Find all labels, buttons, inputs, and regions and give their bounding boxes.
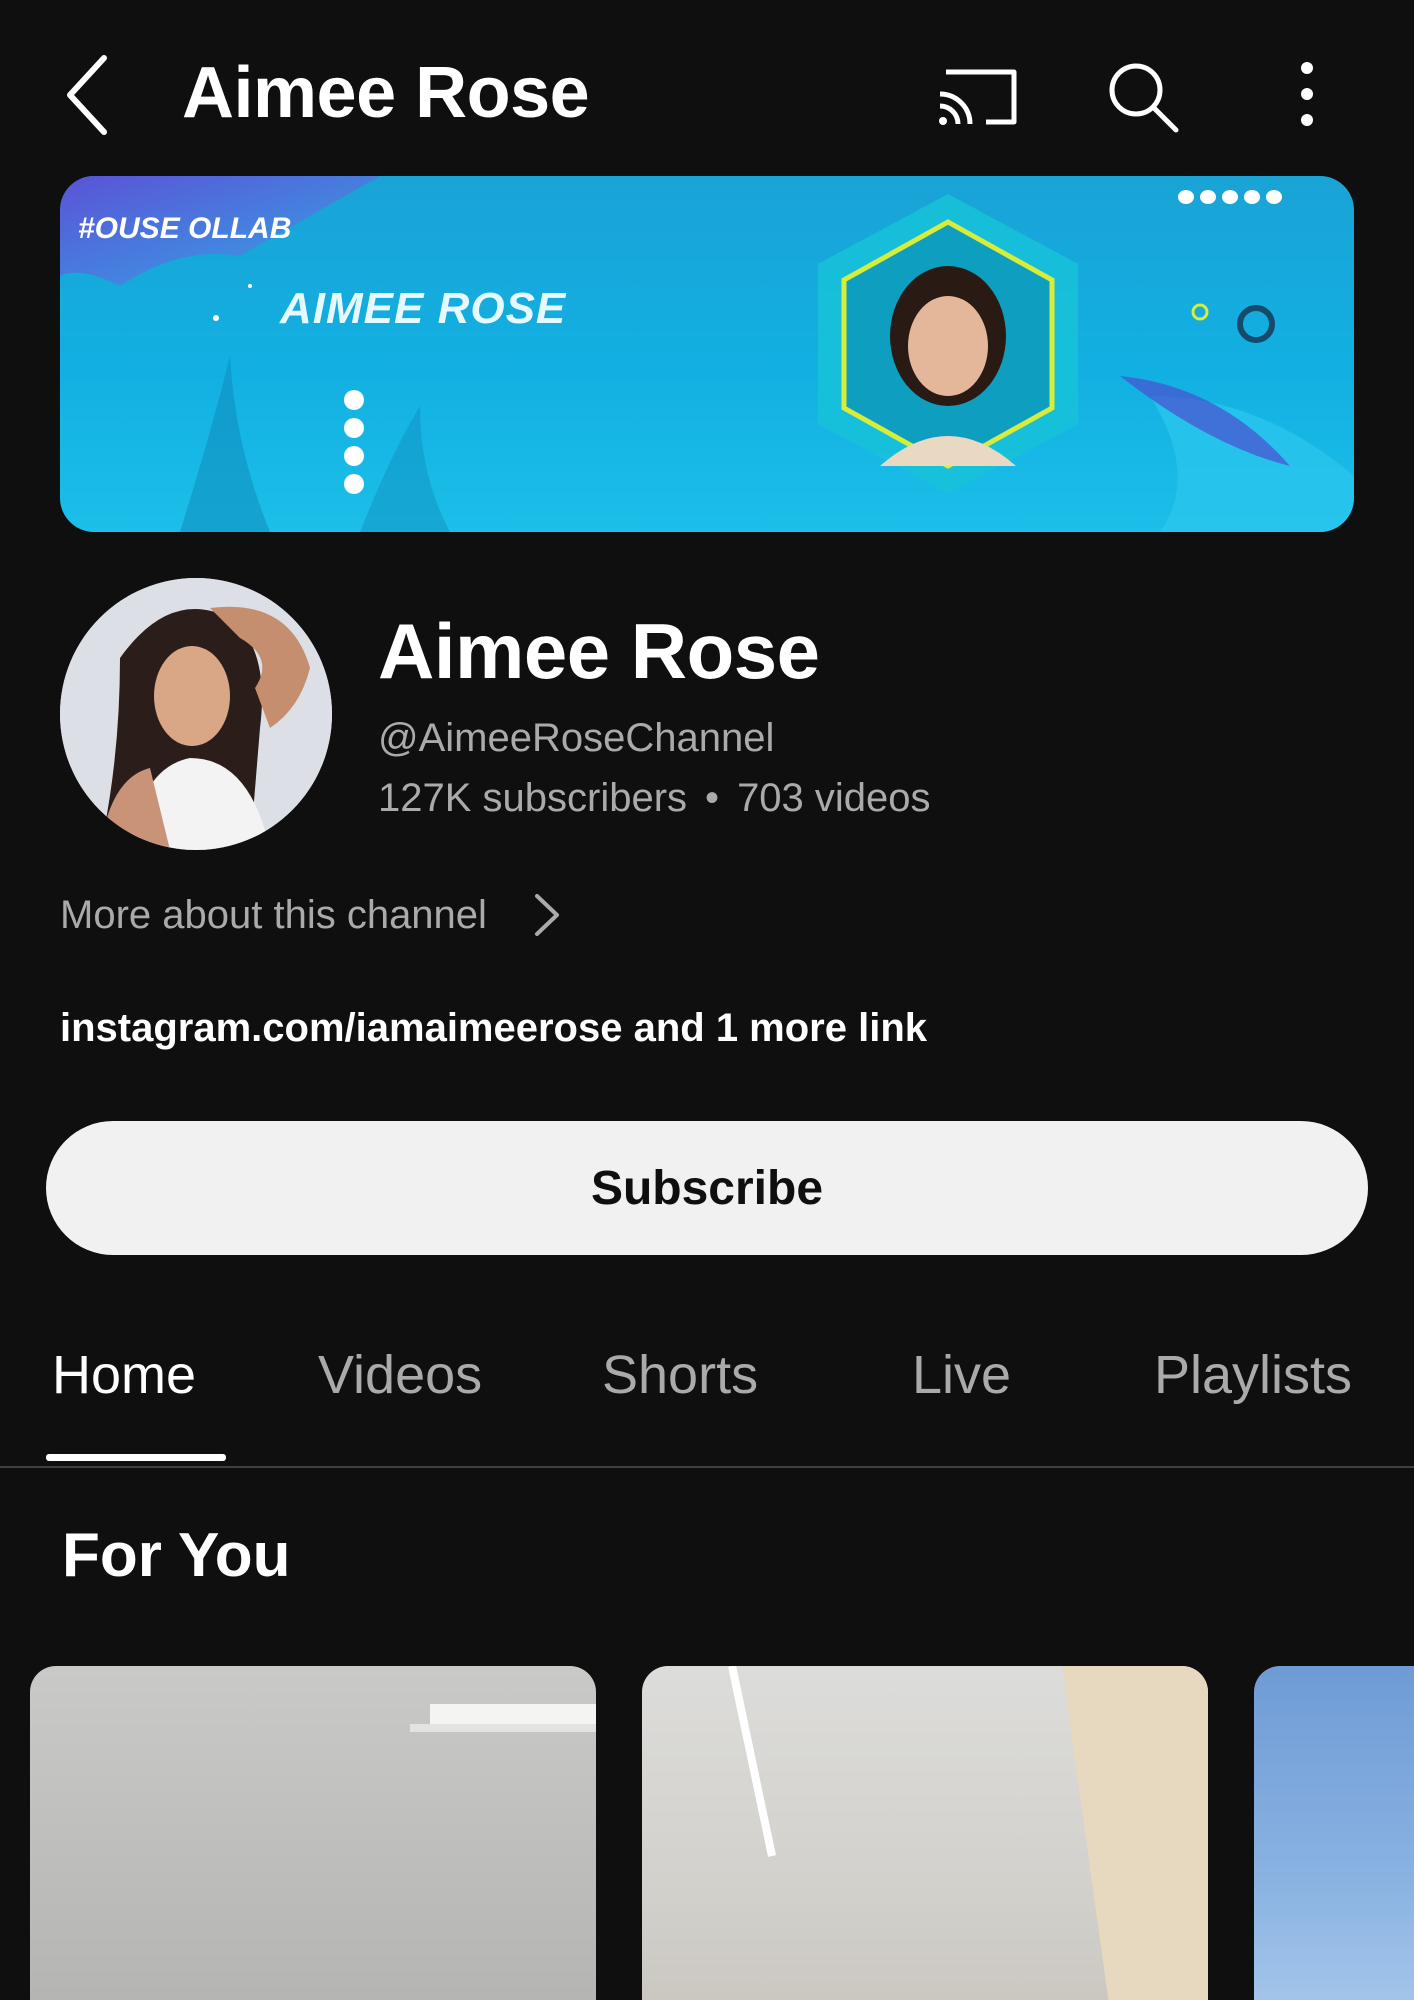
youtube-icon [1178,190,1194,204]
section-title: For You [62,1521,291,1590]
channel-avatar[interactable] [60,578,332,850]
more-vert-icon [1301,62,1313,126]
page-title: Aimee Rose [182,53,590,133]
tab-shorts[interactable]: Shorts [602,1344,758,1406]
facebook-icon [344,474,364,494]
tab-playlists[interactable]: Playlists [1154,1344,1352,1406]
cast-button[interactable] [930,52,1020,142]
tiktok-icon [344,418,364,438]
banner-name: AIMEE ROSE [280,284,567,333]
banner-social-list [344,386,378,498]
channel-handle: @AimeeRoseChannel [378,716,775,760]
tab-home[interactable]: Home [52,1344,196,1406]
banner-logo: #OUSE OLLAB [78,212,292,245]
tab-live[interactable]: Live [912,1344,1011,1406]
video-thumbnail[interactable] [642,1666,1208,2000]
subscribe-button[interactable]: Subscribe [46,1121,1368,1255]
video-thumbnail[interactable] [30,1666,596,2000]
banner-social-icons [1178,190,1282,204]
thumbnail-image [728,1666,1208,2000]
search-icon [1109,63,1179,133]
channel-stats: 127K subscribers • 703 videos [378,776,931,821]
cast-icon [939,69,1017,125]
channel-page: Aimee Rose #OUSE OLLAB AIMEE ROSE Aimee … [0,0,1414,2000]
avatar-image [60,578,332,850]
more-about-label: More about this channel [60,892,487,937]
instagram-icon [344,446,364,466]
youtube-icon [344,390,364,410]
facebook-icon [1244,190,1260,204]
top-app-bar: Aimee Rose [0,0,1414,180]
back-button[interactable] [48,50,128,140]
more-options-button[interactable] [1262,52,1352,142]
instagram-icon [1222,190,1238,204]
channel-banner: #OUSE OLLAB AIMEE ROSE [60,176,1354,532]
more-about-channel-link[interactable]: More about this channel [60,892,561,938]
tiktok-icon [1200,190,1216,204]
search-button[interactable] [1098,52,1188,142]
channel-links[interactable]: instagram.com/iamaimeerose and 1 more li… [60,1006,927,1051]
channel-name: Aimee Rose [378,607,820,695]
twitter-icon [1266,190,1282,204]
active-tab-indicator [46,1454,226,1461]
channel-tabs: Home Videos Shorts Live Playlists [0,1320,1414,1468]
subscriber-count: 127K subscribers [378,776,688,820]
video-count: 703 videos [737,776,931,820]
chevron-left-icon [67,55,107,135]
tab-videos[interactable]: Videos [318,1344,482,1406]
chevron-right-icon [534,894,559,936]
thumbnail-image [410,1704,596,1732]
video-thumbnail[interactable] [1254,1666,1414,2000]
stats-separator: • [705,776,720,820]
